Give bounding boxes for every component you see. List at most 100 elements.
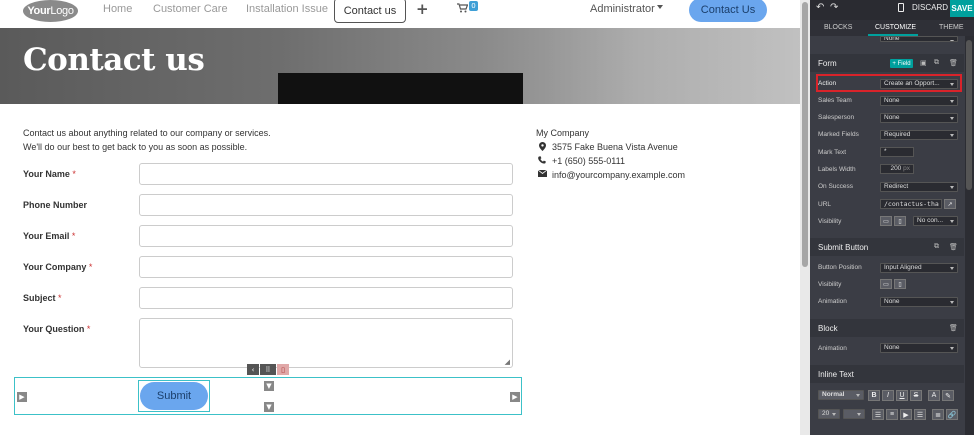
drag-handle-icon[interactable]: ⠿ xyxy=(260,364,276,375)
mobile-visibility-icon[interactable]: ▯ xyxy=(894,216,906,226)
tab-customize[interactable]: CUSTOMIZE xyxy=(875,24,916,31)
cart-count-badge: 0 xyxy=(469,1,478,11)
italic-button[interactable]: I xyxy=(882,390,894,401)
labels-width-label: Labels Width xyxy=(818,166,856,173)
trash-icon[interactable]: 🗑 xyxy=(949,324,958,332)
duplicate-icon[interactable]: ⧉ xyxy=(934,59,939,67)
numbered-list-icon[interactable]: ≡ xyxy=(886,409,898,420)
align-icon[interactable]: ☰ xyxy=(914,409,926,420)
top-animation-select[interactable]: None xyxy=(880,36,958,42)
snippet-toolbar: ‹ ⠿ ▯ xyxy=(247,364,290,375)
move-right-icon[interactable]: ▶ xyxy=(510,392,520,402)
mobile-preview-icon[interactable] xyxy=(898,3,904,12)
marked-fields-select[interactable]: Required xyxy=(880,130,958,140)
logo[interactable]: Your Logo xyxy=(23,0,78,22)
page-scrollbar-thumb[interactable] xyxy=(802,2,808,267)
visibility-condition-select[interactable]: No con... xyxy=(913,216,958,226)
nav-customer-care[interactable]: Customer Care xyxy=(153,3,228,15)
submit-button[interactable]: Submit xyxy=(140,382,208,410)
block-animation-select[interactable]: None xyxy=(880,343,958,353)
field-label-phone: Phone Number xyxy=(23,200,88,210)
caret-down-icon[interactable] xyxy=(657,5,663,9)
user-menu[interactable]: Administrator xyxy=(590,3,655,15)
form-section-header: Form xyxy=(810,54,964,72)
hero-image-tv xyxy=(278,73,523,104)
labels-width-input[interactable]: 200 px xyxy=(880,164,914,174)
external-link-icon[interactable]: ↗ xyxy=(944,199,956,209)
field-label-company: Your Company * xyxy=(23,262,93,272)
salesperson-select[interactable]: None xyxy=(880,113,958,123)
bold-button[interactable]: B xyxy=(868,390,880,401)
save-button[interactable]: SAVE xyxy=(950,0,974,17)
trash-icon[interactable]: 🗑 xyxy=(949,243,958,251)
intro-text-1: Contact us about anything related to our… xyxy=(23,128,271,138)
email-input[interactable] xyxy=(139,225,513,247)
nav-contact-us[interactable]: Contact us xyxy=(334,0,406,23)
align-icon[interactable]: ≣ xyxy=(932,409,944,420)
block-section-header: Block xyxy=(810,319,964,337)
play-icon[interactable]: ▶ xyxy=(900,409,912,420)
cart-icon[interactable] xyxy=(457,3,469,16)
text-style-select[interactable]: Normal xyxy=(818,390,864,400)
subject-input[interactable] xyxy=(139,287,513,309)
contact-us-button[interactable]: Contact Us xyxy=(689,0,767,22)
website-preview: Your Logo Home Customer Care Installation… xyxy=(0,0,800,435)
hero-banner: Contact us xyxy=(0,28,800,104)
submit-animation-select[interactable]: None xyxy=(880,297,958,307)
submit-animation-label: Animation xyxy=(818,298,847,305)
strikethrough-button[interactable]: S xyxy=(910,390,922,401)
visibility-label: Visibility xyxy=(818,218,842,225)
button-position-label: Button Position xyxy=(818,264,862,271)
name-input[interactable] xyxy=(139,163,513,185)
nav-installation-issue[interactable]: Installation Issue xyxy=(246,3,328,15)
field-label-subject: Subject * xyxy=(23,293,62,303)
panel-scrollbar-thumb[interactable] xyxy=(966,40,972,190)
add-menu-icon[interactable]: + xyxy=(416,0,429,18)
url-input[interactable]: /contactus-tha xyxy=(880,199,942,209)
submit-section-header: Submit Button xyxy=(810,238,964,256)
phone-input[interactable] xyxy=(139,194,513,216)
tab-theme[interactable]: THEME xyxy=(939,24,964,31)
panel-topbar: ↶ ↷ DISCARD SAVE xyxy=(810,0,974,20)
delete-icon[interactable]: ▯ xyxy=(277,364,289,375)
sales-team-select[interactable]: None xyxy=(880,96,958,106)
top-navbar: Your Logo Home Customer Care Installation… xyxy=(0,0,800,28)
resize-grip-icon[interactable]: ◢ xyxy=(505,358,510,366)
mobile-visibility-icon[interactable]: ▯ xyxy=(894,279,906,289)
font-size-select[interactable]: 20 xyxy=(818,409,840,419)
trash-icon[interactable]: 🗑 xyxy=(949,59,958,67)
company-input[interactable] xyxy=(139,256,513,278)
desktop-visibility-icon[interactable]: ▭ xyxy=(880,279,892,289)
move-down-icon[interactable]: ▼ xyxy=(264,402,274,412)
intro-text-2: We'll do our best to get back to you as … xyxy=(23,142,248,152)
tab-blocks[interactable]: BLOCKS xyxy=(824,24,852,31)
add-field-button[interactable]: + Field xyxy=(890,59,913,68)
bullet-list-icon[interactable]: ☰ xyxy=(872,409,884,420)
discard-button[interactable]: DISCARD xyxy=(912,3,948,12)
font-color-button[interactable]: A xyxy=(928,390,940,401)
marked-fields-label: Marked Fields xyxy=(818,131,859,138)
font-family-select[interactable] xyxy=(843,409,865,419)
redo-icon[interactable]: ↷ xyxy=(830,2,838,13)
mark-text-input[interactable]: * xyxy=(880,147,914,157)
desktop-visibility-icon[interactable]: ▭ xyxy=(880,216,892,226)
move-left-icon[interactable]: ‹ xyxy=(247,364,259,375)
sales-team-label: Sales Team xyxy=(818,97,852,104)
undo-icon[interactable]: ↶ xyxy=(816,2,824,13)
save-snippet-icon[interactable]: ▣ xyxy=(920,59,927,67)
highlight-pen-icon[interactable]: ✎ xyxy=(942,390,954,401)
underline-button[interactable]: U xyxy=(896,390,908,401)
button-position-select[interactable]: Input Aligned xyxy=(880,263,958,273)
move-right-icon[interactable]: ▶ xyxy=(17,392,27,402)
nav-home[interactable]: Home xyxy=(103,3,132,15)
on-success-select[interactable]: Redirect xyxy=(880,182,958,192)
question-textarea[interactable]: ◢ xyxy=(139,318,513,368)
field-label-email: Your Email * xyxy=(23,231,76,241)
company-name: My Company xyxy=(536,128,590,138)
field-label-question: Your Question * xyxy=(23,324,91,334)
url-label: URL xyxy=(818,201,832,208)
editor-panel: ↶ ↷ DISCARD SAVE BLOCKS CUSTOMIZE THEME … xyxy=(810,0,974,435)
link-icon[interactable]: 🔗 xyxy=(946,409,958,420)
field-label-name: Your Name * xyxy=(23,169,76,179)
duplicate-icon[interactable]: ⧉ xyxy=(934,243,939,251)
